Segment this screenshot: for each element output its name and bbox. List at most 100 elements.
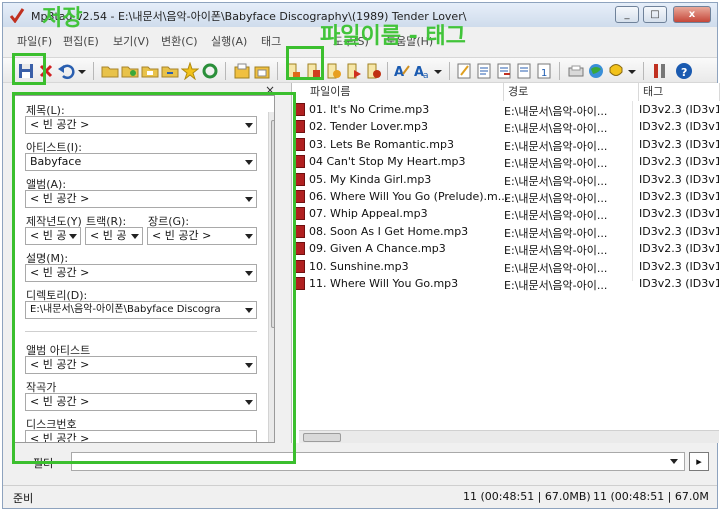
table-row[interactable]: 10. Sunshine.mp3 E:\내문서\음악-아이... ID3v2.3 (… — [292, 258, 720, 275]
toolbar-divider — [225, 62, 226, 80]
chevron-down-icon[interactable] — [670, 459, 678, 464]
text-file-tag-icon[interactable] — [345, 62, 363, 80]
album-combo[interactable]: < 빈 공간 > — [25, 190, 257, 208]
tag-sources-icon[interactable] — [475, 62, 493, 80]
dropdown-arrow-icon[interactable] — [245, 308, 253, 313]
web-sources-icon[interactable] — [587, 62, 605, 80]
tag-panel-scrollbar[interactable] — [268, 112, 274, 442]
mp3-file-icon — [294, 137, 305, 151]
autonumber-wizard-icon[interactable]: 1 — [535, 62, 553, 80]
genre-combo[interactable]: < 빈 공간 > — [147, 227, 257, 245]
edit-tag-icon[interactable] — [455, 62, 473, 80]
scrollbar-thumb[interactable] — [271, 120, 274, 328]
chevron-down-icon[interactable] — [627, 62, 637, 80]
row-tag: ID3v2.3 (ID3v1 — [639, 137, 719, 151]
filename-to-tag-icon[interactable] — [305, 62, 323, 80]
row-path: E:\내문서\음악-아이... — [504, 279, 608, 292]
table-row[interactable]: 04 Can't Stop My Heart.mp3 E:\내문서\음악-아이..… — [292, 153, 720, 170]
artist-combo[interactable]: Babyface — [25, 153, 257, 171]
row-tag: ID3v2.3 (ID3v1 — [639, 103, 719, 116]
dropdown-arrow-icon[interactable] — [131, 234, 139, 239]
autonumber-icon[interactable]: A — [393, 62, 411, 80]
table-row[interactable]: 09. Given A Chance.mp3 E:\내문서\음악-아이... ID3… — [292, 240, 720, 257]
file-list-hscroll[interactable] — [299, 430, 719, 443]
table-row[interactable]: 02. Tender Lover.mp3 E:\내문서\음악-아이... ID3v2… — [292, 118, 720, 135]
chevron-down-icon[interactable] — [433, 62, 443, 80]
filter-apply-button[interactable]: ▸ — [689, 452, 709, 471]
row-filename: 01. It's No Crime.mp3 — [309, 103, 430, 116]
column-header-path[interactable]: 경로 — [504, 83, 639, 101]
dropdown-arrow-icon[interactable] — [245, 271, 253, 276]
table-row[interactable]: 11. Where Will You Go.mp3 E:\내문서\음악-아이...… — [292, 275, 720, 292]
table-row[interactable]: 06. Where Will You Go (Prelude).m... E:\내… — [292, 188, 720, 205]
minimize-button[interactable]: _ — [615, 6, 639, 23]
table-row[interactable]: 03. Lets Be Romantic.mp3 E:\내문서\음악-아이... I… — [292, 136, 720, 153]
scrollbar-thumb[interactable] — [303, 433, 341, 442]
filter-label: 필터 — [33, 457, 54, 470]
table-row[interactable]: 01. It's No Crime.mp3 E:\내문서\음악-아이... ID3v… — [292, 101, 720, 118]
close-button[interactable]: x — [673, 6, 711, 23]
dropdown-arrow-icon[interactable] — [245, 123, 253, 128]
dropdown-arrow-icon[interactable] — [245, 234, 253, 239]
open-folder-icon[interactable] — [101, 62, 119, 80]
tag-to-filename-icon[interactable] — [285, 62, 303, 80]
tools-icon[interactable] — [651, 62, 669, 80]
add-folder-icon[interactable] — [121, 62, 139, 80]
column-header-tag[interactable]: 태그 — [639, 83, 720, 101]
remove-tag-icon[interactable] — [37, 62, 55, 80]
comment-combo[interactable]: < 빈 공간 > — [25, 264, 257, 282]
filter-input[interactable] — [71, 452, 685, 471]
menu-edit[interactable]: 편집(E) — [63, 33, 99, 49]
dropdown-arrow-icon[interactable] — [245, 160, 253, 165]
table-row[interactable]: 07. Whip Appeal.mp3 E:\내문서\음악-아이... ID3v2.… — [292, 205, 720, 222]
mp3-file-icon — [294, 242, 305, 256]
row-path: E:\내문서\음악-아이... — [504, 157, 608, 171]
menu-actions[interactable]: 실행(A) — [211, 33, 247, 49]
menu-tag[interactable]: 태그 — [261, 33, 281, 49]
chevron-down-icon[interactable] — [77, 62, 87, 80]
playlist-folder-icon[interactable] — [141, 62, 159, 80]
title-combo[interactable]: < 빈 공간 > — [25, 116, 257, 134]
convert-tag-icon[interactable] — [325, 62, 343, 80]
dropdown-arrow-icon[interactable] — [245, 197, 253, 202]
paste-tag-icon[interactable] — [253, 62, 271, 80]
menu-convert[interactable]: 변환(C) — [161, 33, 198, 49]
menu-file[interactable]: 파일(F) — [17, 33, 52, 49]
row-filename: 08. Soon As I Get Home.mp3 — [309, 224, 469, 238]
table-row[interactable]: 08. Soon As I Get Home.mp3 E:\내문서\음악-아이..… — [292, 223, 720, 240]
sync-folder-icon[interactable] — [161, 62, 179, 80]
case-convert-icon[interactable]: Aa — [413, 62, 431, 80]
discogs-icon[interactable] — [515, 62, 533, 80]
directory-combo[interactable]: E:\내문서\음악-아이폰\Babyface Discogra — [25, 301, 257, 319]
undo-icon[interactable] — [57, 62, 75, 80]
status-bar: 준비 11 (00:48:51 | 67.0MB) 11 (00:48:51 |… — [3, 485, 717, 507]
playlist-icon[interactable] — [567, 62, 585, 80]
export-tag-icon[interactable] — [365, 62, 383, 80]
table-row[interactable]: 05. My Kinda Girl.mp3 E:\내문서\음악-아이... ID3v… — [292, 171, 720, 188]
row-path: E:\내문서\음악-아이... — [504, 122, 608, 136]
track-combo[interactable]: < 빈 공 — [85, 227, 143, 245]
column-header-filename[interactable]: 파일이름 — [292, 83, 504, 101]
dropdown-arrow-icon[interactable] — [245, 363, 253, 368]
album-artist-combo[interactable]: < 빈 공간 > — [25, 356, 257, 374]
menu-view[interactable]: 보기(V) — [113, 33, 149, 49]
help-icon[interactable]: ? — [675, 62, 693, 80]
actions-icon[interactable] — [607, 62, 625, 80]
mp3-file-icon — [294, 155, 305, 169]
copy-tag-icon[interactable] — [233, 62, 251, 80]
mp3-file-icon — [294, 259, 305, 273]
save-icon[interactable] — [17, 62, 35, 80]
disc-number-combo[interactable]: < 빈 공간 > — [25, 430, 257, 442]
annotation-text-save: 저장 — [42, 6, 83, 31]
maximize-button[interactable]: □ — [643, 6, 667, 23]
favorite-star-icon[interactable] — [181, 62, 199, 80]
freedb-icon[interactable] — [495, 62, 513, 80]
refresh-icon[interactable] — [201, 62, 219, 80]
year-combo[interactable]: < 빈 공 — [25, 227, 81, 245]
dropdown-arrow-icon[interactable] — [69, 234, 77, 239]
composer-value: < 빈 공간 > — [30, 395, 90, 408]
composer-combo[interactable]: < 빈 공간 > — [25, 393, 257, 411]
dropdown-arrow-icon[interactable] — [245, 400, 253, 405]
row-tag: ID3v2.3 (ID3v1 — [639, 224, 719, 238]
tag-panel: 제목(L): < 빈 공간 > 아티스트(I): Babyface 앨범(A):… — [13, 95, 275, 443]
